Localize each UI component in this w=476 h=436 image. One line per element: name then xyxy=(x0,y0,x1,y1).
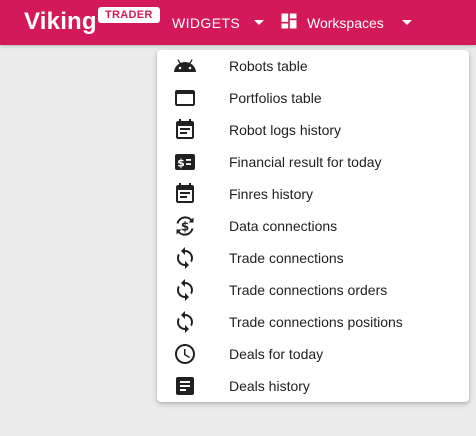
menu-item-data-connections[interactable]: $ Data connections xyxy=(157,210,469,242)
menu-item-label: Deals history xyxy=(229,378,310,394)
sync-icon xyxy=(173,310,197,334)
notes-icon xyxy=(173,374,197,398)
dashboard-icon xyxy=(279,11,299,34)
menu-item-trade-connections-orders[interactable]: Trade connections orders xyxy=(157,274,469,306)
menu-item-deals-for-today[interactable]: Deals for today xyxy=(157,338,469,370)
menu-item-label: Trade connections xyxy=(229,250,344,266)
caret-down-icon xyxy=(401,20,412,25)
clock-icon xyxy=(173,342,197,366)
widgets-menu-label: WIDGETS xyxy=(172,14,241,31)
menu-item-label: Trade connections orders xyxy=(229,282,388,298)
menu-item-robot-logs-history[interactable]: Robot logs history xyxy=(157,114,469,146)
menu-item-financial-result-today[interactable]: $ Financial result for today xyxy=(157,146,469,178)
android-robot-icon xyxy=(173,54,197,78)
brand-name: Viking xyxy=(24,8,97,35)
window-icon xyxy=(173,86,197,110)
workspaces-menu-label: Workspaces xyxy=(307,14,384,31)
menu-item-trade-connections[interactable]: Trade connections xyxy=(157,242,469,274)
menu-item-label: Trade connections positions xyxy=(229,314,403,330)
calendar-icon xyxy=(173,182,197,206)
menu-item-robots-table[interactable]: Robots table xyxy=(157,50,469,82)
widgets-menu-button[interactable]: WIDGETS xyxy=(172,0,265,45)
svg-text:$: $ xyxy=(181,219,189,233)
workspaces-menu-button[interactable]: Workspaces xyxy=(279,0,412,45)
top-app-bar: Viking TRADER WIDGETS Workspaces xyxy=(0,0,476,45)
sync-icon xyxy=(173,278,197,302)
sync-icon xyxy=(173,246,197,270)
money-sign-icon: $ xyxy=(173,150,197,174)
currency-exchange-icon: $ xyxy=(173,214,197,238)
svg-text:$: $ xyxy=(177,157,185,170)
menu-item-portfolios-table[interactable]: Portfolios table xyxy=(157,82,469,114)
calendar-icon xyxy=(173,118,197,142)
widgets-dropdown-menu: Robots table Portfolios table Robot logs… xyxy=(157,50,469,402)
menu-item-label: Data connections xyxy=(229,218,338,234)
menu-item-label: Robot logs history xyxy=(229,122,342,138)
menu-item-label: Deals for today xyxy=(229,346,324,362)
menu-item-label: Portfolios table xyxy=(229,90,322,106)
menu-item-label: Robots table xyxy=(229,58,308,74)
menu-item-label: Financial result for today xyxy=(229,154,382,170)
menu-item-trade-connections-positions[interactable]: Trade connections positions xyxy=(157,306,469,338)
menu-item-deals-history[interactable]: Deals history xyxy=(157,370,469,402)
menu-item-label: Finres history xyxy=(229,186,314,202)
caret-down-icon xyxy=(254,20,265,25)
menu-item-finres-history[interactable]: Finres history xyxy=(157,178,469,210)
brand-badge: TRADER xyxy=(98,7,160,23)
